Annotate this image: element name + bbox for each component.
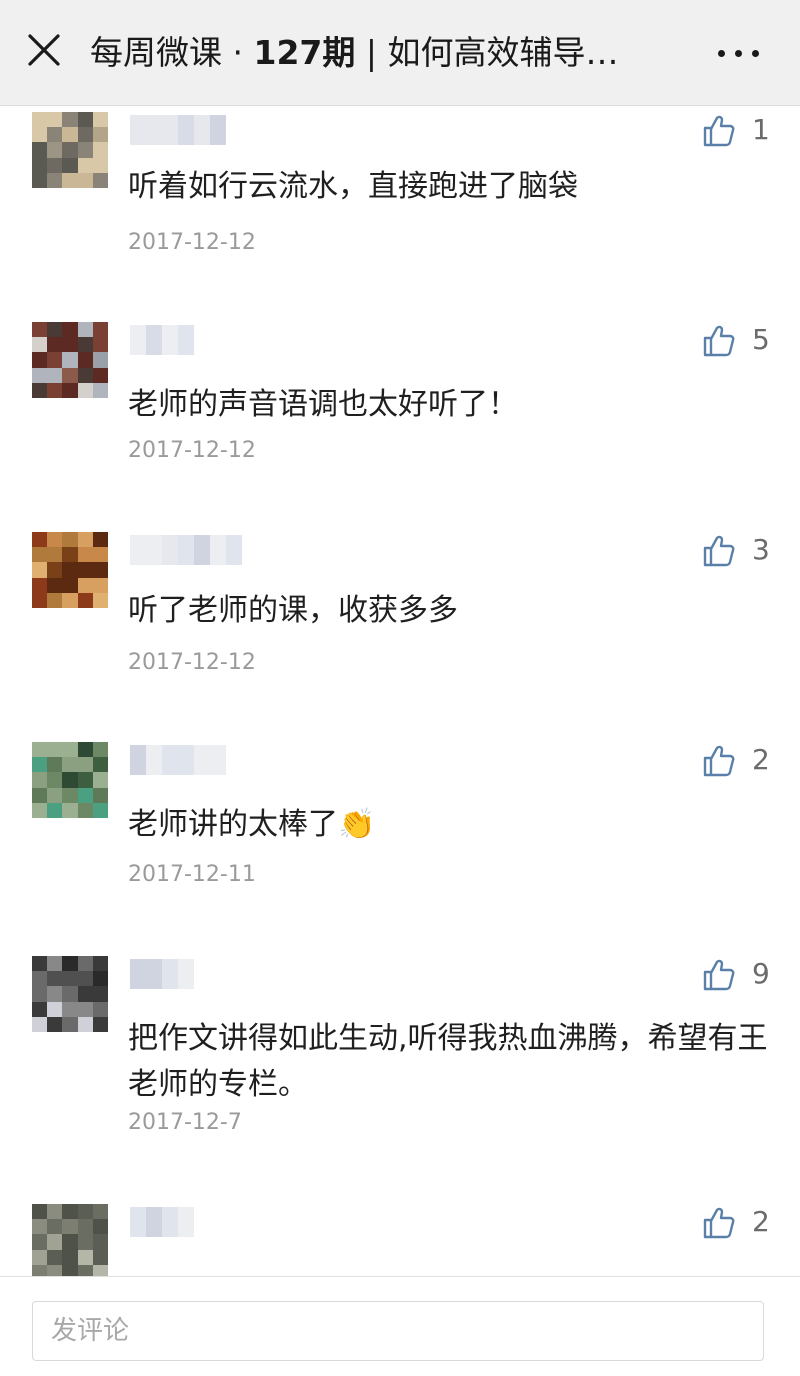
like-count: 2: [752, 1205, 770, 1238]
nickname-blurred: [130, 325, 194, 355]
comment-date: 2017-12-11: [128, 862, 256, 887]
nickname-blurred: [130, 535, 242, 565]
top-bar: 每周微课 · 127期 | 如何高效辅导…: [0, 0, 800, 106]
comment-date: 2017-12-7: [128, 1110, 242, 1135]
thumbs-up-icon: [703, 745, 735, 777]
comment-text: 把作文讲得如此生动,听得我热血沸腾，希望有王老师的专栏。: [128, 1021, 768, 1102]
nickname-blurred: [130, 115, 226, 145]
nickname-blurred: [130, 959, 194, 989]
like-button[interactable]: 5: [700, 322, 780, 362]
close-button[interactable]: [14, 20, 74, 80]
thumbs-up-icon: [703, 115, 735, 147]
avatar: [32, 532, 108, 608]
title-suffix: | 如何高效辅导…: [355, 33, 619, 72]
like-count: 9: [752, 957, 770, 990]
nickname-blurred: [130, 745, 226, 775]
like-button[interactable]: 9: [700, 956, 780, 996]
like-count: 3: [752, 533, 770, 566]
comment-input-bar: [0, 1276, 800, 1376]
comment-date: 2017-12-12: [128, 438, 256, 463]
thumbs-up-icon: [703, 325, 735, 357]
avatar: [32, 956, 108, 1032]
comment-text: 听了老师的课，收获多多: [128, 593, 458, 628]
nickname-blurred: [130, 1207, 194, 1237]
thumbs-up-icon: [703, 1207, 735, 1239]
like-button[interactable]: 2: [700, 1204, 780, 1244]
thumbs-up-icon: [703, 959, 735, 991]
avatar: [32, 112, 108, 188]
close-icon: [28, 34, 60, 66]
like-count: 1: [752, 113, 770, 146]
comment-date: 2017-12-12: [128, 650, 256, 675]
title-issue: 127期: [253, 33, 356, 72]
comment-text: 老师的声音语调也太好听了！: [128, 387, 518, 422]
like-button[interactable]: 1: [700, 112, 780, 152]
comment-text: 老师讲的太棒了👏: [128, 807, 376, 842]
comment-text: 听着如行云流水，直接跑进了脑袋: [128, 169, 578, 204]
page-title: 每周微课 · 127期 | 如何高效辅导…: [90, 28, 670, 78]
avatar: [32, 322, 108, 398]
comment-item: 2: [0, 1204, 800, 1276]
comment-date: 2017-12-12: [128, 230, 256, 255]
avatar: [32, 742, 108, 818]
avatar: [32, 1204, 108, 1276]
comment-item: 1 听着如行云流水，直接跑进了脑袋 2017-12-12: [0, 112, 800, 272]
like-count: 2: [752, 743, 770, 776]
like-button[interactable]: 3: [700, 532, 780, 572]
comment-item: 5 老师的声音语调也太好听了！ 2017-12-12: [0, 322, 800, 482]
more-button[interactable]: [704, 28, 774, 78]
like-count: 5: [752, 323, 770, 356]
comment-item: 9 把作文讲得如此生动,听得我热血沸腾，希望有王老师的专栏。 2017-12-7: [0, 956, 800, 1156]
comment-item: 2 老师讲的太棒了👏 2017-12-11: [0, 742, 800, 902]
comment-input[interactable]: [32, 1301, 764, 1361]
title-prefix: 每周微课 ·: [90, 33, 254, 72]
like-button[interactable]: 2: [700, 742, 780, 782]
thumbs-up-icon: [703, 535, 735, 567]
comment-item: 3 听了老师的课，收获多多 2017-12-12: [0, 532, 800, 692]
